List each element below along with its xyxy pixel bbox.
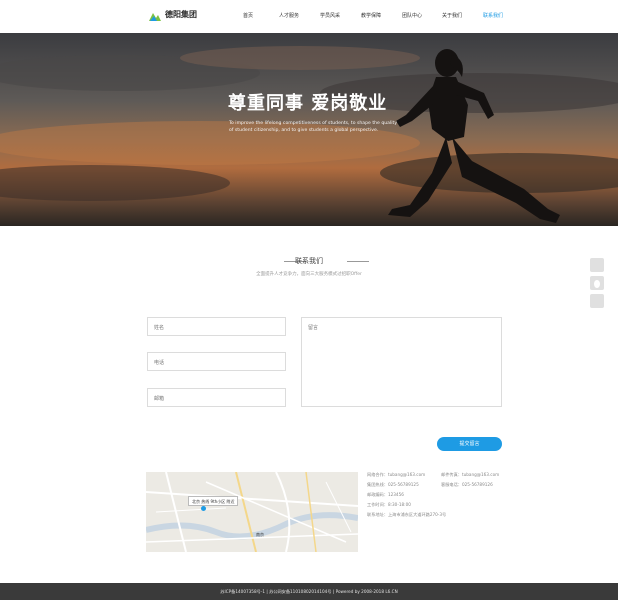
location-map[interactable]: 北京 热线 9th小区 附近 南京 [146, 472, 358, 552]
wechat-tool-icon[interactable] [590, 294, 604, 308]
phone-placeholder: 电话 [154, 360, 165, 366]
site-header: 德阳集团 首页 人才服务 学员风采 教学保障 团队中心 关于我们 联系我们 [0, 0, 618, 33]
map-pin-icon[interactable] [201, 506, 206, 511]
main-nav: 首页 人才服务 学员风采 教学保障 团队中心 关于我们 联系我们 [0, 12, 618, 22]
nav-item-student-showcase[interactable]: 学员风采 [320, 12, 340, 19]
title-divider-right [347, 261, 369, 262]
email-field[interactable]: 邮箱 [147, 388, 286, 407]
hero-banner: 尊重同事 爱岗敬业 To improve the lifelong compet… [0, 33, 618, 226]
nav-item-about[interactable]: 关于我们 [442, 12, 462, 19]
info-hotline: 集团热线：025-56789125 [367, 482, 419, 487]
info-address: 联系地址：上海市浦东区大道环路270-3号 [367, 512, 447, 517]
submit-button[interactable]: 提交留言 [437, 437, 502, 451]
nav-item-home[interactable]: 首页 [243, 12, 253, 19]
banner-subtitle: To improve the lifelong competitiveness … [229, 121, 398, 133]
message-placeholder: 留言 [308, 325, 319, 331]
map-tooltip: 北京 热线 9th小区 附近 [188, 496, 239, 506]
name-field[interactable]: 姓名 [147, 317, 286, 336]
map-roads [146, 472, 358, 552]
info-service-phone: 客服电话：025-56789126 [441, 482, 493, 487]
service-tool-icon[interactable] [590, 258, 604, 272]
section-subtitle: 全面提升人才竞争力，面向三大服务模式过招职Offer [256, 272, 362, 277]
nav-item-team-center[interactable]: 团队中心 [402, 12, 422, 19]
nav-item-talent-service[interactable]: 人才服务 [279, 12, 299, 19]
banner-title: 尊重同事 爱岗敬业 [228, 93, 388, 114]
map-city-label: 南京 [256, 532, 264, 537]
info-email: 邮件传真：tubang@163.com [441, 472, 500, 477]
nav-item-contact[interactable]: 联系我们 [483, 12, 503, 19]
qq-tool-icon[interactable] [590, 276, 604, 290]
name-placeholder: 姓名 [154, 325, 165, 331]
info-web: 网络合作：tubang@163.com [367, 472, 426, 477]
site-footer: 苏ICP备14007358号-1 | 苏公网安备11010802014104号 … [0, 583, 618, 600]
section-title: 联系我们 [295, 257, 323, 265]
nav-item-teaching[interactable]: 教学保障 [361, 12, 381, 19]
info-hours: 工作时间：8:30-18:00 [367, 502, 411, 507]
message-field[interactable]: 留言 [301, 317, 502, 407]
email-placeholder: 邮箱 [154, 396, 165, 402]
footer-text: 苏ICP备14007358号-1 | 苏公网安备11010802014104号 … [220, 589, 398, 594]
phone-field[interactable]: 电话 [147, 352, 286, 371]
info-postcode: 邮政编码：123456 [367, 492, 404, 497]
